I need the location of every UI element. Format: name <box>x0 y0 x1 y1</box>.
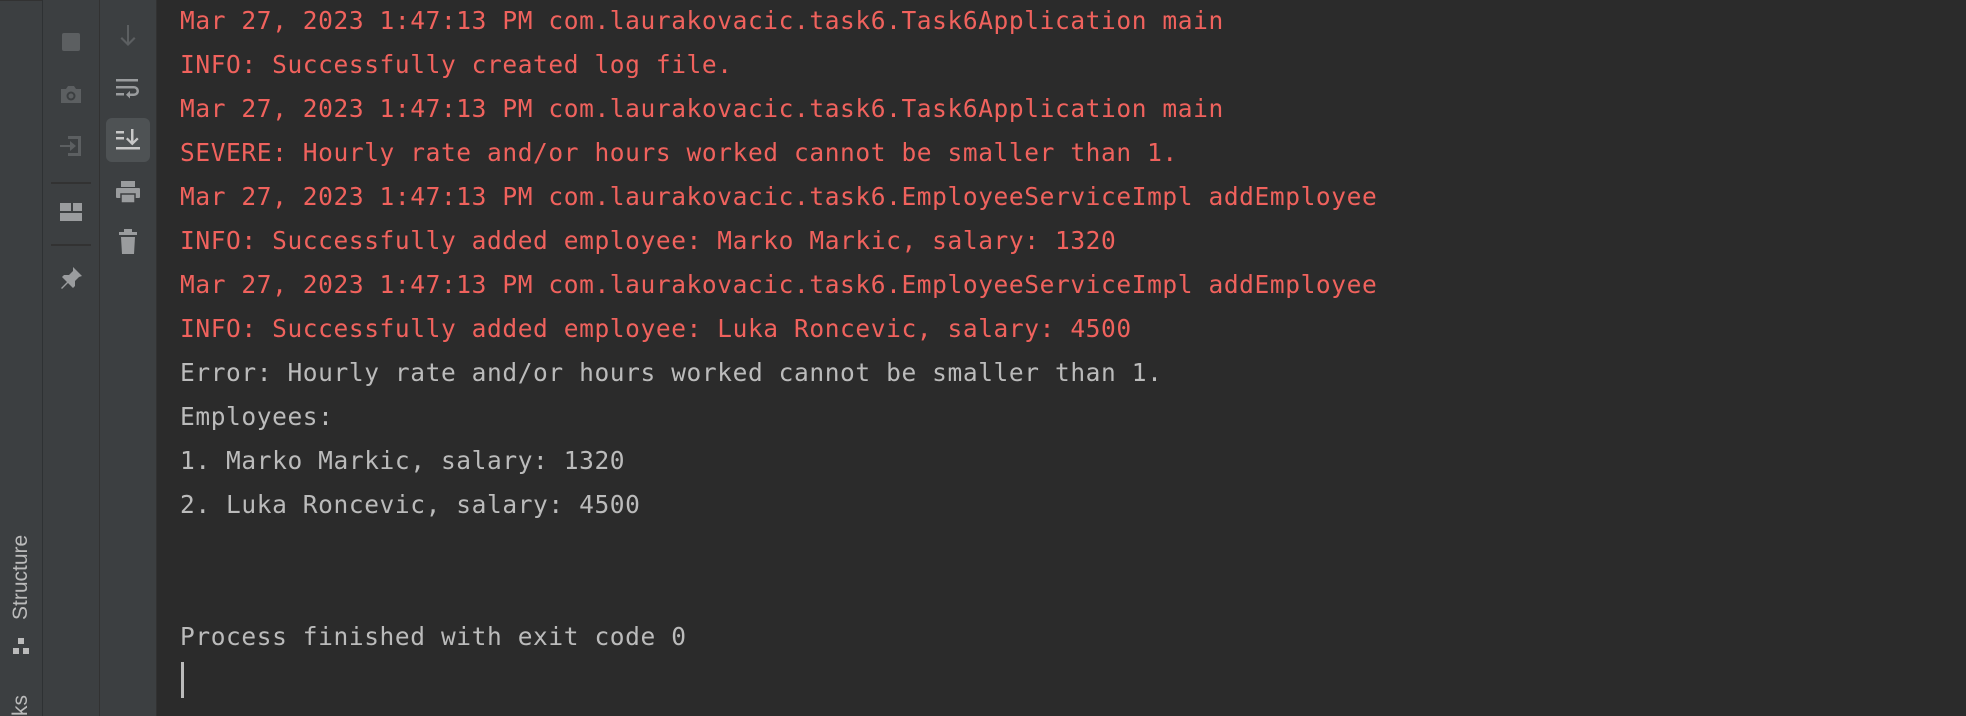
pin-tab-button[interactable] <box>49 256 93 300</box>
console-line: Employees: <box>180 402 334 431</box>
console-line: 1. Marko Markic, salary: 1320 <box>180 446 626 475</box>
layout-icon <box>60 203 82 221</box>
console-line: Mar 27, 2023 1:47:13 PM com.laurakovacic… <box>180 182 1378 211</box>
text-caret <box>181 662 184 698</box>
scroll-to-end-icon <box>116 129 140 150</box>
console-line: Mar 27, 2023 1:47:13 PM com.laurakovacic… <box>180 6 1224 35</box>
console-line: Error: Hourly rate and/or hours worked c… <box>180 358 1163 387</box>
trash-icon <box>119 229 137 254</box>
soft-wrap-button[interactable] <box>106 66 150 110</box>
bookmarks-tab-label[interactable]: ks <box>9 695 33 716</box>
run-tool-window: Structure ks Mar 27, 2023 1:47:13 PM com… <box>0 0 1966 716</box>
pin-icon <box>61 267 82 289</box>
clear-all-button[interactable] <box>106 220 150 264</box>
structure-tab-label[interactable]: Structure <box>9 535 33 620</box>
console-line: INFO: Successfully added employee: Luka … <box>180 314 1132 343</box>
down-button[interactable] <box>106 14 150 58</box>
run-toolbar-left <box>43 0 100 716</box>
console-output[interactable]: Mar 27, 2023 1:47:13 PM com.laurakovacic… <box>157 0 1966 716</box>
console-line: Mar 27, 2023 1:47:13 PM com.laurakovacic… <box>180 270 1378 299</box>
console-line: Mar 27, 2023 1:47:13 PM com.laurakovacic… <box>180 94 1224 123</box>
side-tool-strip: Structure ks <box>0 0 43 716</box>
stop-button[interactable] <box>49 20 93 64</box>
restore-layout-button[interactable] <box>49 124 93 168</box>
console-line: INFO: Successfully added employee: Marko… <box>180 226 1117 255</box>
login-icon <box>60 136 81 156</box>
structure-icon[interactable] <box>11 636 31 656</box>
console-line-exit-status: Process finished with exit code 0 <box>180 622 687 651</box>
stop-icon <box>62 33 80 51</box>
print-icon <box>116 181 140 204</box>
console-line: SEVERE: Hourly rate and/or hours worked … <box>180 138 1178 167</box>
run-toolbar-right <box>100 0 157 716</box>
scroll-to-end-button[interactable] <box>106 118 150 162</box>
console-line: 2. Luka Roncevic, salary: 4500 <box>180 490 641 519</box>
screenshot-button[interactable] <box>49 72 93 116</box>
down-arrow-icon <box>120 25 136 46</box>
print-button[interactable] <box>106 170 150 214</box>
soft-wrap-icon <box>116 79 139 99</box>
layout-button[interactable] <box>49 190 93 234</box>
camera-icon <box>61 86 81 103</box>
console-line: INFO: Successfully created log file. <box>180 50 733 79</box>
